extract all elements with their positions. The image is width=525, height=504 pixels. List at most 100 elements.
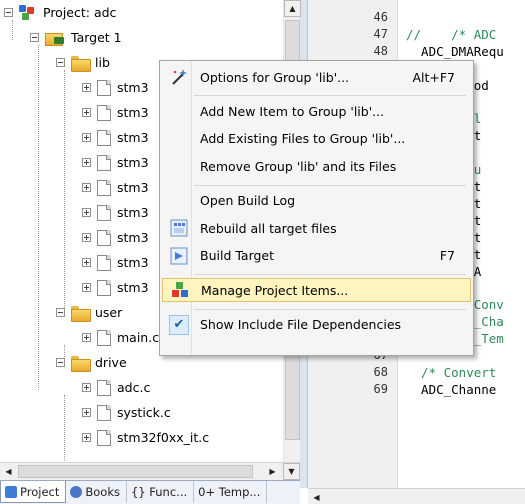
expand-icon[interactable] <box>82 183 91 192</box>
tree-group-user[interactable]: user <box>56 300 122 325</box>
project-icon <box>19 4 37 21</box>
tree-line <box>38 45 39 390</box>
collapse-icon[interactable] <box>30 33 39 42</box>
group-label: lib <box>95 55 110 70</box>
expand-icon[interactable] <box>82 108 91 117</box>
project-label: Project: adc <box>43 5 117 20</box>
target-label: Target 1 <box>71 30 122 45</box>
rebuild-icon <box>167 217 191 239</box>
folder-icon <box>71 355 91 372</box>
blank-icon <box>167 100 191 122</box>
file-label: main.c <box>117 330 160 345</box>
file-icon <box>97 429 111 446</box>
expand-icon[interactable] <box>82 158 91 167</box>
menu-item-manage-project-items[interactable]: Manage Project Items... <box>162 278 471 302</box>
tree-file[interactable]: stm3 <box>82 275 149 300</box>
collapse-icon[interactable] <box>56 358 65 367</box>
menu-item-show-include-file-dependencies[interactable]: ✔ Show Include File Dependencies <box>162 313 471 337</box>
file-icon <box>97 129 111 146</box>
tree-file[interactable]: stm32f0xx_it.c <box>82 425 209 450</box>
wand-icon <box>167 66 191 88</box>
tree-file[interactable]: stm3 <box>82 100 149 125</box>
menu-item-label: Options for Group 'lib'... <box>200 69 350 85</box>
file-icon <box>97 229 111 246</box>
expand-icon[interactable] <box>82 433 91 442</box>
folder-icon <box>71 55 91 72</box>
tree-line <box>64 395 65 462</box>
file-label: stm3 <box>117 155 149 170</box>
tree-line <box>64 70 65 310</box>
file-label: stm3 <box>117 280 149 295</box>
expand-icon[interactable] <box>82 408 91 417</box>
scroll-down-icon[interactable]: ▼ <box>283 463 300 480</box>
menu-separator <box>194 95 466 96</box>
menu-item-label: Show Include File Dependencies <box>200 317 402 332</box>
file-icon <box>97 204 111 221</box>
file-label: stm3 <box>117 205 149 220</box>
tree-file[interactable]: stm3 <box>82 150 149 175</box>
file-label: stm3 <box>117 80 149 95</box>
file-label: adc.c <box>117 380 151 395</box>
tree-file[interactable]: stm3 <box>82 250 149 275</box>
file-icon <box>97 404 111 421</box>
menu-item-options-for-group-lib[interactable]: Options for Group 'lib'... Alt+F7 <box>162 65 471 89</box>
file-icon <box>97 379 111 396</box>
collapse-icon[interactable] <box>4 8 13 17</box>
tree-file[interactable]: stm3 <box>82 175 149 200</box>
file-icon <box>97 279 111 296</box>
expand-icon[interactable] <box>82 83 91 92</box>
menu-separator <box>194 184 466 186</box>
menu-item-add-existing-files-to-group-lib[interactable]: Add Existing Files to Group 'lib'... <box>162 127 471 151</box>
project-tab-icon <box>5 485 17 498</box>
collapse-icon[interactable] <box>56 308 65 317</box>
menu-item-label: Open Build Log <box>200 193 296 208</box>
expand-icon[interactable] <box>82 133 91 142</box>
menu-item-add-new-item-to-group-lib[interactable]: Add New Item to Group 'lib'... <box>162 99 471 123</box>
scroll-right-icon[interactable]: ▶ <box>264 463 281 480</box>
scroll-left-icon[interactable]: ◀ <box>308 489 325 504</box>
tree-file[interactable]: stm3 <box>82 200 149 225</box>
build-icon <box>167 245 191 267</box>
tab-functions[interactable]: {} Func... <box>127 481 195 503</box>
expand-icon[interactable] <box>82 233 91 242</box>
expand-icon[interactable] <box>82 383 91 392</box>
scroll-thumb[interactable] <box>18 465 253 478</box>
tree-file[interactable]: systick.c <box>82 400 171 425</box>
tab-templates[interactable]: 0+ Temp... <box>194 481 268 503</box>
tree-file[interactable]: stm3 <box>82 225 149 250</box>
menu-item-shortcut: F7 <box>439 248 455 263</box>
tab-books[interactable]: Books <box>66 481 127 503</box>
expand-icon[interactable] <box>82 283 91 292</box>
tree-item-target[interactable]: Target 1 <box>30 25 122 50</box>
scroll-left-icon[interactable]: ◀ <box>0 463 17 480</box>
line-number: 46 <box>373 10 388 24</box>
file-icon <box>97 154 111 171</box>
menu-item-shortcut: Alt+F7 <box>412 69 455 85</box>
expand-icon[interactable] <box>82 333 91 342</box>
editor-horizontal-scrollbar[interactable]: ◀ <box>308 488 525 504</box>
expand-icon[interactable] <box>82 208 91 217</box>
tree-group-lib[interactable]: lib <box>56 50 110 75</box>
menu-item-rebuild-all-target-files[interactable]: Rebuild all target files <box>162 216 471 240</box>
tree-file[interactable]: stm3 <box>82 125 149 150</box>
collapse-icon[interactable] <box>56 58 65 67</box>
code-line: /* Convert <box>406 365 497 380</box>
code-line: ADC_DMARequ <box>406 44 504 59</box>
tree-horizontal-scrollbar[interactable]: ◀ ▶ ▼ <box>0 462 300 480</box>
tree-file[interactable]: adc.c <box>82 375 150 400</box>
tree-group-drive[interactable]: drive <box>56 350 127 375</box>
target-icon <box>45 31 65 46</box>
scroll-up-icon[interactable]: ▲ <box>284 0 301 17</box>
menu-item-build-target[interactable]: Build Target F7 <box>162 244 471 268</box>
tree-file[interactable]: stm3 <box>82 75 149 100</box>
tab-project[interactable]: Project <box>0 481 67 503</box>
panel-tabs: Project Books {} Func... 0+ Temp... <box>0 480 300 504</box>
menu-separator <box>194 308 466 310</box>
menu-item-remove-group-lib-and-its-files[interactable]: Remove Group 'lib' and its Files <box>162 154 471 178</box>
group-label: user <box>95 305 123 320</box>
file-label: stm3 <box>117 230 149 245</box>
expand-icon[interactable] <box>82 258 91 267</box>
menu-item-open-build-log[interactable]: Open Build Log <box>162 189 471 213</box>
tree-file[interactable]: main.c <box>82 325 159 350</box>
tree-item-project[interactable]: Project: adc <box>4 0 116 25</box>
